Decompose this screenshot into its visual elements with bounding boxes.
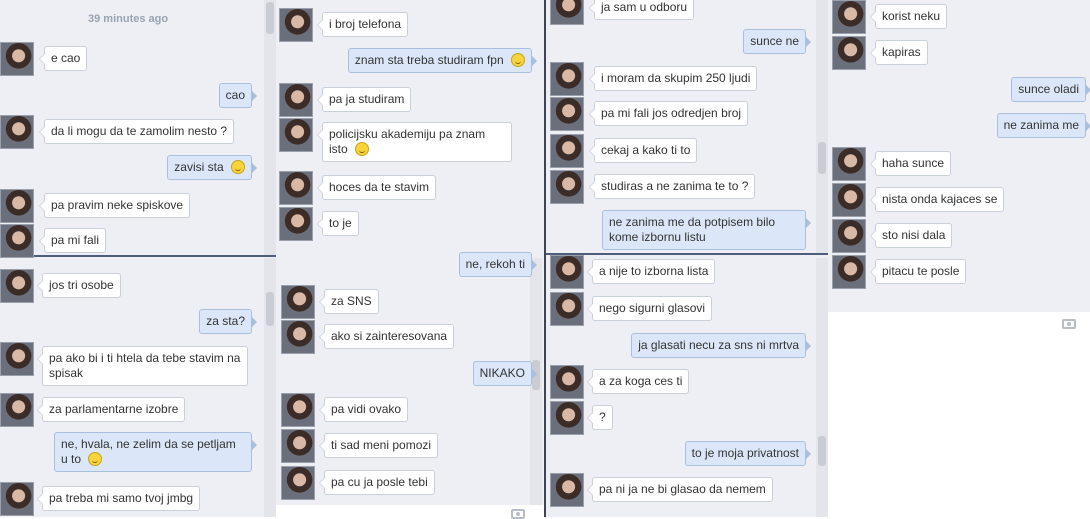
chat-message: pa ni ja ne bi glasao da nemem [0,473,1090,507]
avatar[interactable] [550,365,584,399]
message-text: nego sigurni glasovi [599,301,706,315]
outgoing-message-bubble: sunce oladi [1011,77,1090,102]
message-text: ne zanima me [1003,118,1079,132]
message-text: nista onda kajaces se [882,192,998,206]
message-text: to je moja privatnost [691,446,799,460]
message-text: pa ni ja ne bi glasao da nemem [599,482,766,496]
incoming-message-bubble: kapiras [870,40,928,65]
incoming-message-bubble: korist neku [869,4,948,29]
avatar[interactable] [550,401,584,435]
chat-message: ja glasati necu za sns ni mrtva [0,333,1090,358]
chat-message: sunce oladi [0,77,1090,102]
chat-message: korist neku [0,0,1090,34]
incoming-message-bubble: a za koga ces ti [586,369,690,394]
incoming-message-bubble: nego sigurni glasovi [586,296,713,321]
outgoing-message-bubble: ne zanima me [996,113,1090,138]
avatar[interactable] [832,255,866,289]
chat-message: a za koga ces ti [0,365,1090,399]
chat-message: ? [0,401,1090,435]
incoming-message-bubble: ? [587,405,613,430]
chat-message: nego sigurni glasovi [0,292,1090,326]
message-text: a za koga ces ti [599,374,683,388]
chat-message: ne zanima me [0,113,1090,138]
avatar[interactable] [550,473,584,507]
avatar[interactable] [550,292,584,326]
message-text: sunce oladi [1018,82,1079,96]
message-text: ? [599,410,606,424]
outgoing-message-bubble: to je moja privatnost [684,441,812,466]
incoming-message-bubble: nista onda kajaces se [869,187,1005,212]
avatar[interactable] [832,219,866,253]
outgoing-message-bubble: ja glasati necu za sns ni mrtva [631,333,811,358]
camera-icon[interactable] [511,509,525,519]
message-text: sto nisi dala [882,228,946,242]
incoming-message-bubble: pitacu te posle [869,259,967,284]
chat-message: haha sunce [0,147,1090,181]
chat-message: sto nisi dala [0,219,1090,253]
avatar[interactable] [832,147,866,181]
message-text: ja glasati necu za sns ni mrtva [638,338,799,352]
avatar[interactable] [832,0,866,34]
chat-message: nista onda kajaces se [0,183,1090,217]
avatar[interactable] [832,183,866,217]
chat-message: kapiras [0,36,1090,70]
incoming-message-bubble: sto nisi dala [869,223,953,248]
chat-message: pitacu te posle [0,255,1090,289]
chat-message: to je moja privatnost [0,441,1090,466]
message-text: korist neku [882,9,941,23]
incoming-message-bubble: pa ni ja ne bi glasao da nemem [587,477,773,502]
message-text: haha sunce [882,156,945,170]
message-text: kapiras [882,45,921,59]
message-text: pitacu te posle [882,264,960,278]
incoming-message-bubble: haha sunce [869,151,952,176]
avatar[interactable] [832,36,866,70]
